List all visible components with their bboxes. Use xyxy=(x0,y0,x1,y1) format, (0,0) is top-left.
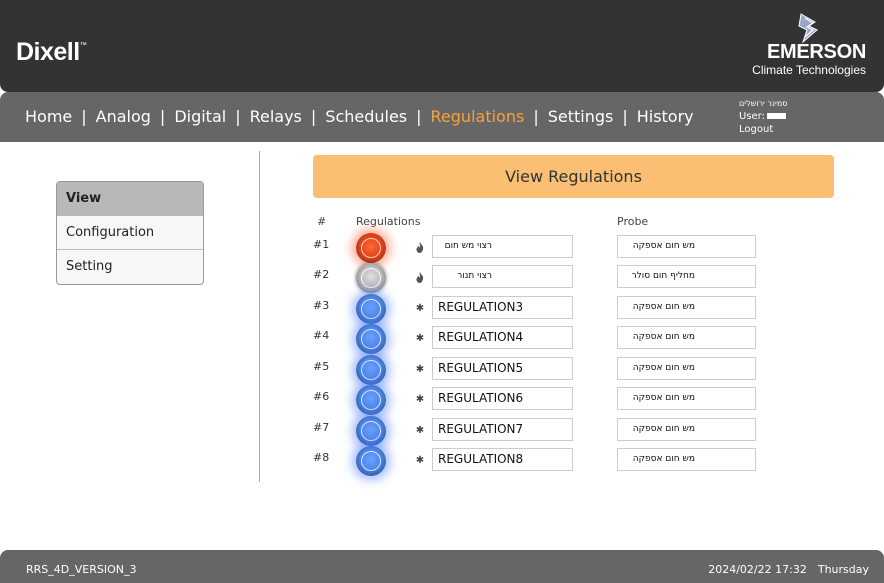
nav-separator: | xyxy=(310,107,317,126)
snowflake-icon: ✱ xyxy=(415,303,425,314)
row-number: #3 xyxy=(313,299,330,312)
page-title: View Regulations xyxy=(313,155,834,198)
logout-link[interactable]: Logout xyxy=(739,123,787,136)
probe-field[interactable]: מש חום אספקה xyxy=(617,387,756,410)
nav-analog[interactable]: Analog xyxy=(96,107,151,126)
datetime-label: 2024/02/22 17:32 xyxy=(708,563,807,576)
regulation-status-led xyxy=(356,263,386,293)
nav-separator: | xyxy=(235,107,241,126)
regulation-name-field[interactable]: REGULATION5 xyxy=(432,357,573,380)
version-label: RRS_4D_VERSION_3 xyxy=(26,563,137,576)
nav-relays[interactable]: Relays xyxy=(250,107,302,126)
snowflake-icon: ✱ xyxy=(415,455,425,466)
regulation-name-field[interactable]: REGULATION6 xyxy=(432,387,573,410)
regulation-name-field[interactable]: REGULATION3 xyxy=(432,296,573,319)
dixell-logo: Dixell™ xyxy=(16,38,87,66)
regulation-name-field[interactable]: REGULATION7 xyxy=(432,418,573,441)
regulation-status-led xyxy=(356,385,386,415)
snowflake-icon: ✱ xyxy=(415,333,425,344)
flame-icon xyxy=(415,242,425,254)
nav-separator: | xyxy=(622,107,628,126)
nav-home[interactable]: Home xyxy=(25,107,72,126)
side-menu-view[interactable]: View xyxy=(57,182,203,216)
row-number: #5 xyxy=(313,360,330,373)
regulation-name-field[interactable]: REGULATION4 xyxy=(432,326,573,349)
row-number: #7 xyxy=(313,421,330,434)
nav-settings[interactable]: Settings xyxy=(548,107,614,126)
nav-schedules[interactable]: Schedules xyxy=(325,107,407,126)
row-number: #2 xyxy=(313,268,330,281)
probe-field[interactable]: מחליף חום סולר xyxy=(617,265,756,288)
vertical-divider xyxy=(259,151,260,482)
snowflake-icon: ✱ xyxy=(415,425,425,436)
side-menu-configuration[interactable]: Configuration xyxy=(57,216,203,250)
row-number: #6 xyxy=(313,390,330,403)
snowflake-icon: ✱ xyxy=(415,364,425,375)
nav-items: Home | Analog | Digital | Relays | Schedules | Reg… xyxy=(25,107,694,126)
user-label: User: xyxy=(739,111,765,122)
column-header-probe: Probe xyxy=(617,215,649,228)
nav-digital[interactable]: Digital xyxy=(174,107,226,126)
regulation-status-led xyxy=(356,446,386,476)
snowflake-icon: ✱ xyxy=(415,394,425,405)
nav-separator: | xyxy=(81,107,87,126)
weekday-label: Thursday xyxy=(817,563,869,576)
side-menu-setting[interactable]: Setting xyxy=(57,250,203,284)
nav-separator: | xyxy=(159,107,166,126)
footer-bar: RRS_4D_VERSION_3 2024/02/22 17:32 Thursda… xyxy=(0,550,884,583)
regulation-status-led xyxy=(356,233,386,263)
user-line: User: xyxy=(739,110,787,123)
regulation-name-field[interactable]: רצוי תנור xyxy=(432,265,573,288)
site-name: סמינר ירושלים xyxy=(739,99,788,108)
user-info: סמינר ירושלים User: Logout xyxy=(739,97,787,136)
side-menu: View Configuration Setting xyxy=(56,181,204,285)
regulation-status-led xyxy=(356,416,386,446)
regulation-status-led xyxy=(356,355,386,385)
regulation-status-led xyxy=(356,324,386,354)
regulation-status-led xyxy=(356,294,386,324)
nav-separator: | xyxy=(533,107,539,126)
probe-field[interactable]: מש חום אספקה xyxy=(617,418,756,441)
row-number: #4 xyxy=(313,329,330,342)
footer-datetime: 2024/02/22 17:32 Thursday xyxy=(708,563,869,576)
nav-regulations[interactable]: Regulations xyxy=(431,107,525,126)
emerson-logo-icon xyxy=(798,13,818,44)
probe-field[interactable]: מש חום אספקה xyxy=(617,296,756,319)
nav-separator: | xyxy=(416,107,422,126)
probe-field[interactable]: מש חום אספקה xyxy=(617,235,756,258)
regulation-name-field[interactable]: REGULATION8 xyxy=(432,448,573,471)
row-number: #8 xyxy=(313,451,330,464)
emerson-logo-text: EMERSON xyxy=(766,41,866,63)
regulation-name-field[interactable]: רצוי מש חום xyxy=(432,235,573,258)
nav-history[interactable]: History xyxy=(637,107,694,126)
emerson-logo-subtitle: Climate Technologies xyxy=(752,63,866,77)
column-header-regulations: Regulations xyxy=(356,215,421,228)
probe-field[interactable]: מש חום אספקה xyxy=(617,448,756,471)
probe-field[interactable]: מש חום אספקה xyxy=(617,326,756,349)
flame-icon xyxy=(415,272,425,284)
probe-field[interactable]: מש חום אספקה xyxy=(617,357,756,380)
main-navigation: Home | Analog | Digital | Relays | Schedules | Reg… xyxy=(0,92,884,142)
row-number: #1 xyxy=(313,238,330,251)
column-header-num: # xyxy=(317,215,327,228)
user-name-redacted xyxy=(767,113,786,119)
header-bar: Dixell™ EMERSON Climate Technologies xyxy=(0,0,884,92)
